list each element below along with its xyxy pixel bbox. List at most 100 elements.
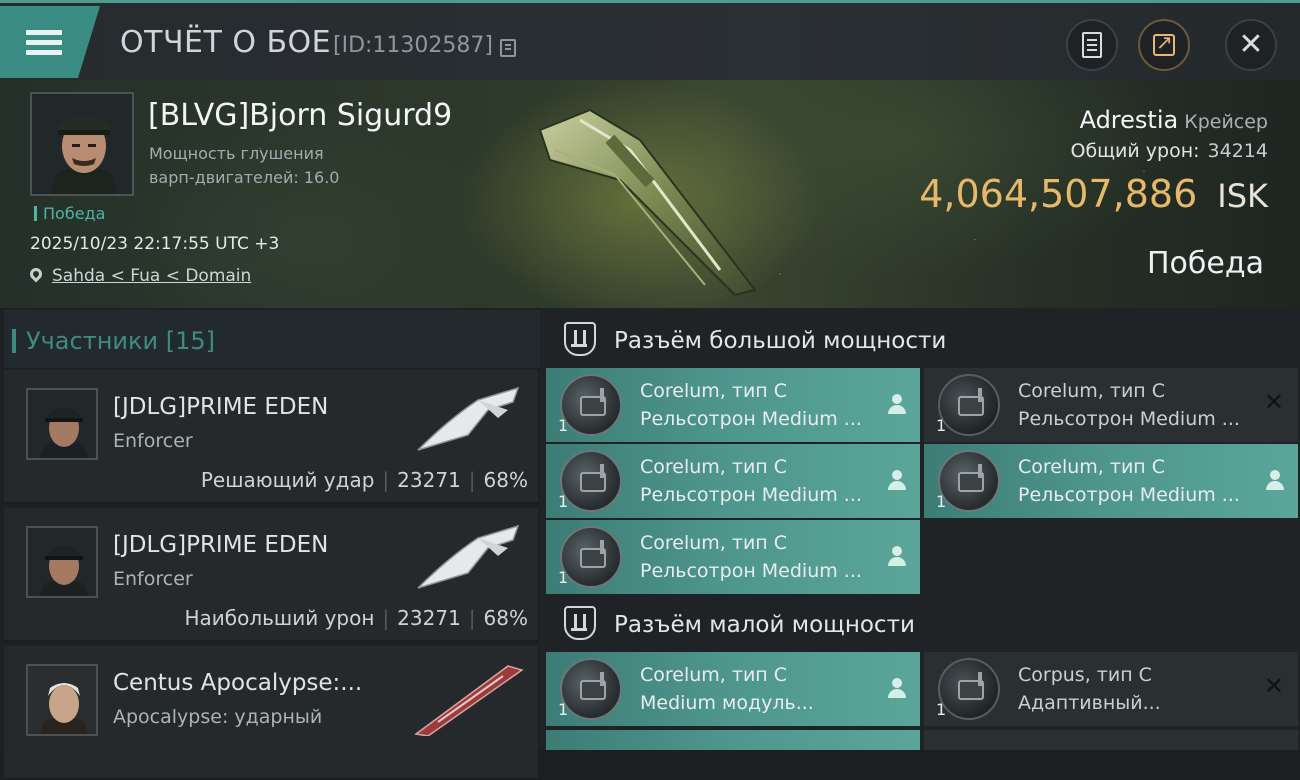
participant-ship: Enforcer (113, 568, 193, 590)
medium-module-icon (560, 658, 622, 720)
victim-portrait[interactable] (30, 92, 134, 196)
railgun-module-icon (938, 450, 1000, 512)
module-quantity: 1 (558, 568, 569, 587)
module-quantity: 1 (936, 416, 947, 435)
participant-name: Centus Apocalypse:... (113, 670, 363, 696)
module-name: Corelum, тип C (640, 664, 788, 686)
module-quantity: 1 (558, 492, 569, 511)
destroyed-x-icon: ✕ (1263, 672, 1284, 700)
person-icon (888, 546, 906, 566)
low-slot-icon (564, 606, 596, 640)
module-slot[interactable] (924, 730, 1298, 750)
module-slot[interactable]: 1 Corelum, тип C Рельсотрон Medium ... (546, 444, 920, 518)
share-icon (1153, 30, 1175, 56)
module-name: Corelum, тип C (1018, 456, 1166, 478)
participant-damage: 23271 (397, 468, 461, 492)
isk-amount: 4,064,507,886 (919, 172, 1198, 216)
module-type: Адаптивный... (1018, 692, 1161, 714)
person-icon (888, 394, 906, 414)
module-type: Рельсотрон Medium ... (1018, 408, 1240, 430)
menu-icon (26, 25, 62, 60)
participant-name: [JDLG]PRIME EDEN (113, 394, 329, 420)
pilot-avatar-icon (28, 528, 96, 596)
stats-divider: | (468, 468, 476, 492)
module-slot[interactable] (546, 730, 920, 750)
participant-row[interactable]: [JDLG]PRIME EDEN Enforcer Решающий удар |… (4, 370, 538, 504)
participant-ship-image (417, 524, 520, 589)
participant-portrait (26, 526, 98, 598)
victim-ship-class: Крейсер (1184, 111, 1268, 133)
adaptive-module-icon (938, 658, 1000, 720)
module-name: Corelum, тип C (640, 456, 788, 478)
participant-portrait (26, 664, 98, 736)
participant-ship: Enforcer (113, 430, 193, 452)
participant-stats: Решающий удар | 23271 | 68% (201, 468, 528, 492)
pilot-avatar-icon (28, 390, 96, 458)
victim-summary: [BLVG]Bjorn Sigurd9 Мощность глушения ва… (0, 80, 1300, 308)
participants-tab[interactable]: Участники [15] (4, 310, 540, 368)
report-id: [ID:11302587] (333, 33, 493, 58)
clipboard-button[interactable] (1066, 19, 1118, 71)
railgun-module-icon (560, 450, 622, 512)
high-slots-title: Разъём большой мощности (614, 328, 947, 354)
module-name: Corelum, тип C (1018, 380, 1166, 402)
clipboard-icon (1082, 32, 1102, 58)
railgun-module-icon (560, 526, 622, 588)
module-slot[interactable]: 1 Corelum, тип C Medium модуль... (546, 652, 920, 726)
module-slot[interactable]: 1 Corelum, тип C Рельсотрон Medium ... (546, 520, 920, 594)
page-title: ОТЧЁТ О БОЕ (120, 25, 332, 60)
destroyed-x-icon: ✕ (1263, 388, 1284, 416)
person-icon (888, 470, 906, 490)
module-quantity: 1 (936, 492, 947, 511)
warp-jam-line1: Мощность глушения (149, 144, 324, 163)
participant-portrait (26, 388, 98, 460)
participant-ship-image (417, 386, 520, 451)
module-slot[interactable]: 1 Corelum, тип C Рельсотрон Medium ... (546, 368, 920, 442)
isk-value: 4,064,507,886 ISK (919, 172, 1268, 216)
battle-outcome: Победа (1147, 246, 1264, 281)
module-slot[interactable]: 1 Corelum, тип C Рельсотрон Medium ... ✕ (924, 368, 1298, 442)
header-bar: ОТЧЁТ О БОЕ [ID:11302587] ✕ (0, 0, 1300, 80)
participants-label: Участники [15] (12, 327, 215, 355)
warp-jam-strength: Мощность глушения варп-двигателей: 16.0 (149, 142, 339, 190)
total-damage-label: Общий урон: (1070, 140, 1200, 162)
victim-ship: Adrestia Крейсер (1080, 106, 1268, 134)
close-button[interactable]: ✕ (1225, 19, 1277, 71)
battle-location[interactable]: Sahda < Fua < Domain (27, 265, 251, 286)
participant-percent: 68% (483, 468, 528, 492)
participant-percent: 68% (483, 606, 528, 630)
participant-damage: 23271 (397, 606, 461, 630)
menu-button[interactable] (0, 6, 100, 78)
module-quantity: 1 (558, 416, 569, 435)
total-damage-value: 34214 (1207, 140, 1268, 162)
location-link[interactable]: Sahda < Fua < Domain (52, 266, 251, 286)
fitting-panel: Разъём большой мощности 1 Corelum, тип C… (540, 308, 1300, 750)
participant-role: Наибольший урон (184, 606, 375, 630)
low-slots-title: Разъём малой мощности (614, 612, 915, 638)
module-slot[interactable]: 1 Corelum, тип C Рельсотрон Medium ... (924, 444, 1298, 518)
location-pin-icon (27, 265, 45, 283)
person-icon (888, 678, 906, 698)
victim-pilot-name[interactable]: [BLVG]Bjorn Sigurd9 (148, 98, 452, 133)
person-icon (1266, 470, 1284, 490)
battle-datetime: 2025/10/23 22:17:55 UTC +3 (30, 234, 280, 254)
high-slots-header: Разъём большой мощности (540, 310, 1300, 370)
participant-role: Решающий удар (200, 468, 375, 492)
module-name: Corelum, тип C (640, 532, 788, 554)
participant-row[interactable]: Centus Apocalypse:... Apocalypse: ударны… (4, 646, 538, 780)
low-slots-header: Разъём малой мощности (540, 594, 1300, 654)
participant-ship-image (414, 665, 524, 736)
share-button[interactable] (1138, 19, 1190, 71)
warp-jam-line2: варп-двигателей: 16.0 (149, 168, 340, 187)
module-slot[interactable]: 1 Corpus, тип C Адаптивный... ✕ (924, 652, 1298, 726)
participant-row[interactable]: [JDLG]PRIME EDEN Enforcer Наибольший уро… (4, 508, 538, 642)
module-type: Medium модуль... (640, 692, 814, 714)
pilot-avatar-icon (32, 94, 132, 194)
railgun-module-icon (560, 374, 622, 436)
module-type: Рельсотрон Medium ... (640, 408, 862, 430)
stats-divider: | (468, 606, 476, 630)
participant-name: [JDLG]PRIME EDEN (113, 532, 329, 558)
participants-panel: Участники [15] [JDLG]PRIME EDEN Enforcer… (0, 308, 540, 780)
module-type: Рельсотрон Medium ... (1018, 484, 1240, 506)
copy-icon[interactable] (500, 39, 516, 57)
